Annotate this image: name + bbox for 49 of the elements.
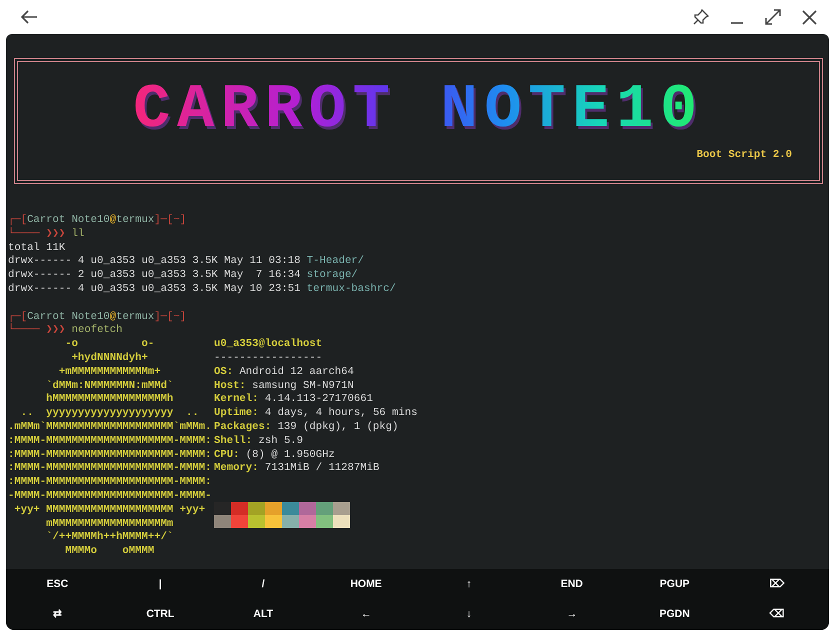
- key-button[interactable]: HOME: [314, 570, 418, 600]
- key-button[interactable]: PGDN: [623, 600, 726, 630]
- ascii-art-line: .. yyyyyyyyyyyyyyyyyyyy ..: [20, 407, 200, 421]
- separator-line: -----------------: [214, 352, 324, 366]
- ascii-art-line: +yy+ MMMMMMMMMMMMMMMMMMMM +yy+: [13, 504, 206, 518]
- info-line: Host: samsung SM-N971N: [214, 380, 355, 393]
- ascii-art-line: +mMMMMMMMMMMMMm+: [58, 366, 162, 380]
- ascii-art-line: -o o-: [64, 338, 156, 352]
- key-button[interactable]: |: [108, 570, 212, 600]
- key-button[interactable]: END: [520, 570, 624, 600]
- info-line: Memory: 7131MiB / 11287MiB: [214, 462, 380, 476]
- key-button[interactable]: /: [212, 570, 315, 600]
- terminal-line: drwx------ 2 u0_a353 u0_a353 3.5K May 7 16:34 storage/: [8, 269, 359, 283]
- command-line: └──── ❯❯❯ ll: [8, 228, 86, 242]
- key-button[interactable]: ⇄: [6, 600, 109, 630]
- info-line: Packages: 139 (dpkg), 1 (pkg): [214, 420, 400, 435]
- key-button[interactable]: ⌦: [726, 570, 829, 600]
- command-line: └──── ❯❯❯ neofetch: [8, 324, 124, 338]
- pin-icon[interactable]: [693, 9, 709, 25]
- terminal-line: drwx------ 4 u0_a353 u0_a353 3.5K May 10 23:51 termux-bashrc/: [8, 282, 397, 297]
- info-line: Kernel: 4.14.113-27170661: [214, 393, 374, 407]
- info-line: OS: Android 12 aarch64: [214, 366, 355, 380]
- back-icon[interactable]: [20, 10, 38, 24]
- terminal-line: total 11K: [8, 242, 66, 255]
- key-button[interactable]: ↓: [418, 600, 520, 630]
- ascii-art-line: `/++MMMMh++hMMMM++/`: [45, 531, 174, 546]
- maximize-icon[interactable]: [765, 9, 781, 25]
- key-button[interactable]: PGUP: [623, 570, 726, 600]
- key-button[interactable]: →: [520, 600, 624, 630]
- ascii-art-line: hMMMMMMMMMMMMMMMMMMh: [45, 393, 174, 408]
- prompt-line: ┌─[Carrot Note10@termux]─[~]: [8, 310, 188, 323]
- terminal-line: drwx------ 4 u0_a353 u0_a353 3.5K May 11 03:18 T-Header/: [8, 255, 366, 269]
- info-line: CPU: (8) @ 1.950GHz: [214, 448, 336, 462]
- key-button[interactable]: CTRL: [108, 600, 212, 630]
- key-button[interactable]: ←: [314, 600, 418, 630]
- info-line: Uptime: 4 days, 4 hours, 56 mins: [214, 407, 418, 421]
- info-line: Shell: zsh 5.9: [214, 434, 304, 449]
- ascii-art-line: `dMMm:NMMMMMMN:mMMd`: [45, 380, 174, 393]
- key-button[interactable]: ALT: [212, 600, 315, 630]
- ascii-art-line: +hydNNNNdyh+: [70, 352, 149, 366]
- banner-subtitle: Boot Script 2.0: [696, 149, 792, 163]
- ascii-art-line: mMMMMMMMMMMMMMMMMMMm: [45, 518, 174, 531]
- key-button[interactable]: ↑: [418, 570, 520, 600]
- key-button[interactable]: ⌫: [726, 600, 829, 630]
- close-icon[interactable]: [802, 10, 817, 24]
- prompt-line: ┌─[Carrot Note10@termux]─[~]: [8, 214, 188, 227]
- user-host: u0_a353@localhost: [214, 338, 324, 352]
- ascii-art-line: MMMMo oMMMM: [64, 545, 156, 559]
- key-button[interactable]: ESC: [6, 570, 109, 600]
